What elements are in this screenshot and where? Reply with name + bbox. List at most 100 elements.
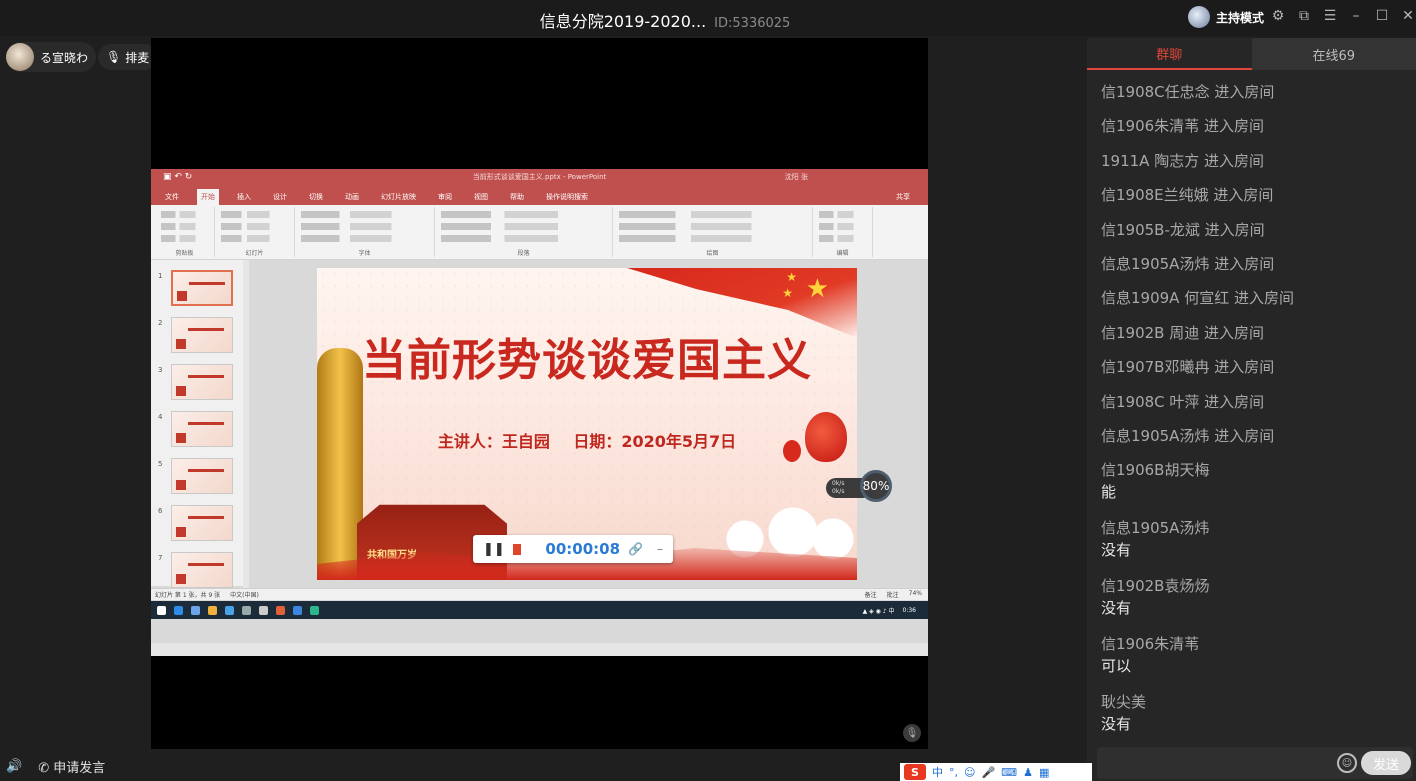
- app-icon[interactable]: [276, 605, 285, 615]
- ppt-menu-item[interactable]: 设计: [269, 189, 291, 205]
- edge-icon[interactable]: [174, 605, 183, 615]
- ppt-menu-item[interactable]: 文件: [161, 189, 183, 205]
- ribbon-controls[interactable]: [221, 211, 290, 247]
- slide-number: 6: [158, 507, 163, 515]
- store-icon[interactable]: [242, 605, 251, 615]
- ribbon-controls[interactable]: [441, 211, 608, 247]
- maximize-icon[interactable]: ☐: [1374, 8, 1390, 24]
- popout-icon[interactable]: ⧉: [1296, 8, 1312, 24]
- voice-icon[interactable]: 🎤: [981, 766, 995, 779]
- menu-icon[interactable]: ☰: [1322, 8, 1338, 24]
- close-icon[interactable]: ✕: [1400, 8, 1416, 24]
- comments-button[interactable]: 批注: [887, 590, 899, 599]
- calculator-icon[interactable]: [259, 605, 268, 615]
- ime-mode[interactable]: 中: [932, 764, 943, 780]
- host-mode[interactable]: 主持模式: [1188, 6, 1264, 28]
- ppt-menu-item[interactable]: 视图: [470, 189, 492, 205]
- app-icon[interactable]: [310, 605, 319, 615]
- ppt-ribbon: 剪贴板 幻灯片 字体 段落 绘图 编辑: [151, 205, 928, 260]
- sogou-icon[interactable]: S: [904, 764, 926, 780]
- slide-thumbnail[interactable]: [171, 458, 233, 494]
- ppt-menu-item[interactable]: 切换: [305, 189, 327, 205]
- ribbon-group-label: 绘图: [706, 250, 719, 257]
- slide-thumbnail[interactable]: [171, 364, 233, 400]
- stop-icon[interactable]: [512, 543, 522, 555]
- message-text: 没有: [1101, 599, 1132, 618]
- skin-icon[interactable]: ♟: [1023, 766, 1033, 779]
- ribbon-group: 字体: [295, 207, 435, 257]
- recording-time: 00:00:08: [545, 540, 621, 558]
- emoji-icon[interactable]: ☺: [1337, 753, 1357, 773]
- message-sender: 信1906朱清苇: [1101, 635, 1200, 654]
- browser-icon[interactable]: [191, 605, 200, 615]
- thumbnail-graphic: [188, 563, 224, 566]
- mail-icon[interactable]: [225, 605, 234, 615]
- ribbon-group: 幻灯片: [215, 207, 295, 257]
- punctuation-icon[interactable]: °,: [949, 766, 958, 779]
- mic-off-icon[interactable]: 🎙: [903, 724, 921, 742]
- message-sender: 信息1905A汤炜 进入房间: [1101, 426, 1275, 445]
- ppt-menu-item[interactable]: 审阅: [434, 189, 456, 205]
- tab-group-chat[interactable]: 群聊: [1087, 38, 1252, 70]
- chat-message: 1911A 陶志方 进入房间: [1101, 151, 1406, 171]
- ppt-menu-item[interactable]: 开始: [197, 189, 219, 205]
- thumbnail-graphic: [176, 527, 186, 537]
- message-sender: 信1906朱清苇 进入房间: [1101, 117, 1264, 136]
- ribbon-controls[interactable]: [619, 211, 808, 247]
- shared-screen: ▣ ↶ ↻ 当前形式谈谈爱国主义.pptx - PowerPoint 沈阳 张 …: [151, 38, 928, 749]
- slide-thumbnail[interactable]: [171, 505, 233, 541]
- tab-online[interactable]: 在线69: [1251, 38, 1416, 70]
- ribbon-controls[interactable]: [301, 211, 430, 247]
- pause-icon[interactable]: ❚❚: [483, 542, 505, 557]
- message-sender: 信息1909A 何宣红 进入房间: [1101, 289, 1294, 308]
- zoom-level[interactable]: 74%: [909, 590, 922, 599]
- collapse-icon[interactable]: –: [657, 542, 663, 556]
- chat-message: 信1902B 周迪 进入房间: [1101, 323, 1406, 343]
- chrome-icon[interactable]: [208, 605, 217, 615]
- emoji-icon[interactable]: ☺: [964, 766, 975, 779]
- chat-message: 信1907B邓曦冉 进入房间: [1101, 357, 1406, 377]
- message-sender: 信1908E兰纯娥 进入房间: [1101, 186, 1274, 205]
- ppt-menu-item[interactable]: 帮助: [506, 189, 528, 205]
- settings-icon[interactable]: ⚙: [1270, 8, 1286, 24]
- thumbnail-graphic: [188, 469, 224, 472]
- message-text: 能: [1101, 483, 1117, 502]
- user-name: る宣晓わ: [40, 50, 89, 65]
- ppt-quick-access-icons[interactable]: ▣ ↶ ↻: [163, 169, 192, 186]
- ppt-menu-item[interactable]: 幻灯片放映: [377, 189, 420, 205]
- thumbnail-graphic: [176, 433, 186, 443]
- queue-button[interactable]: 🎙 排麦: [98, 44, 158, 70]
- ppt-menu-item[interactable]: 动画: [341, 189, 363, 205]
- keyboard-icon[interactable]: ⌨: [1001, 766, 1017, 779]
- app-icon[interactable]: [293, 605, 302, 615]
- slide-thumbnail[interactable]: [171, 552, 233, 588]
- speaker-icon[interactable]: 🔊: [6, 759, 22, 774]
- chat-message: 信息1905A汤炜 进入房间: [1101, 426, 1406, 446]
- ppt-user: 沈阳 张: [784, 173, 808, 181]
- slide-thumbnail[interactable]: [171, 270, 233, 306]
- minimize-icon[interactable]: –: [1348, 8, 1364, 24]
- chat-message: 信1906B胡天梅能: [1101, 460, 1406, 502]
- slide-thumbnail[interactable]: [171, 411, 233, 447]
- chat-message: 信1902B袁炀炀 没有: [1101, 576, 1406, 618]
- message-sender: 信1905B-龙斌 进入房间: [1101, 220, 1265, 239]
- ppt-menu-item[interactable]: 插入: [233, 189, 255, 205]
- current-user[interactable]: る宣晓わ: [6, 42, 97, 72]
- send-button[interactable]: 发送: [1361, 751, 1411, 775]
- slide-thumbnail[interactable]: [171, 317, 233, 353]
- apps-icon[interactable]: ▦: [1039, 766, 1049, 779]
- tray-icons[interactable]: ▲ ◈ ◉ ♪ 中: [863, 606, 895, 615]
- ribbon-controls[interactable]: [161, 211, 210, 247]
- thumbnail-scrollbar[interactable]: [243, 260, 249, 590]
- chat-input[interactable]: [1105, 753, 1335, 773]
- request-speak-button[interactable]: ✆ 申请发言: [38, 757, 105, 776]
- thumbnail-graphic: [176, 386, 186, 396]
- notes-button[interactable]: 备注: [865, 590, 877, 599]
- link-icon[interactable]: 🔗: [628, 542, 643, 556]
- ppt-share-button[interactable]: 共享: [892, 189, 914, 205]
- chat-message: 信1906朱清苇 可以: [1101, 634, 1406, 676]
- ribbon-controls[interactable]: [819, 211, 868, 247]
- ppt-status-bar: 幻灯片 第 1 张，共 9 张 中文(中国) 备注 批注 74%: [151, 588, 928, 600]
- ppt-menu-item[interactable]: 操作说明搜索: [542, 189, 592, 205]
- start-icon[interactable]: [157, 605, 166, 615]
